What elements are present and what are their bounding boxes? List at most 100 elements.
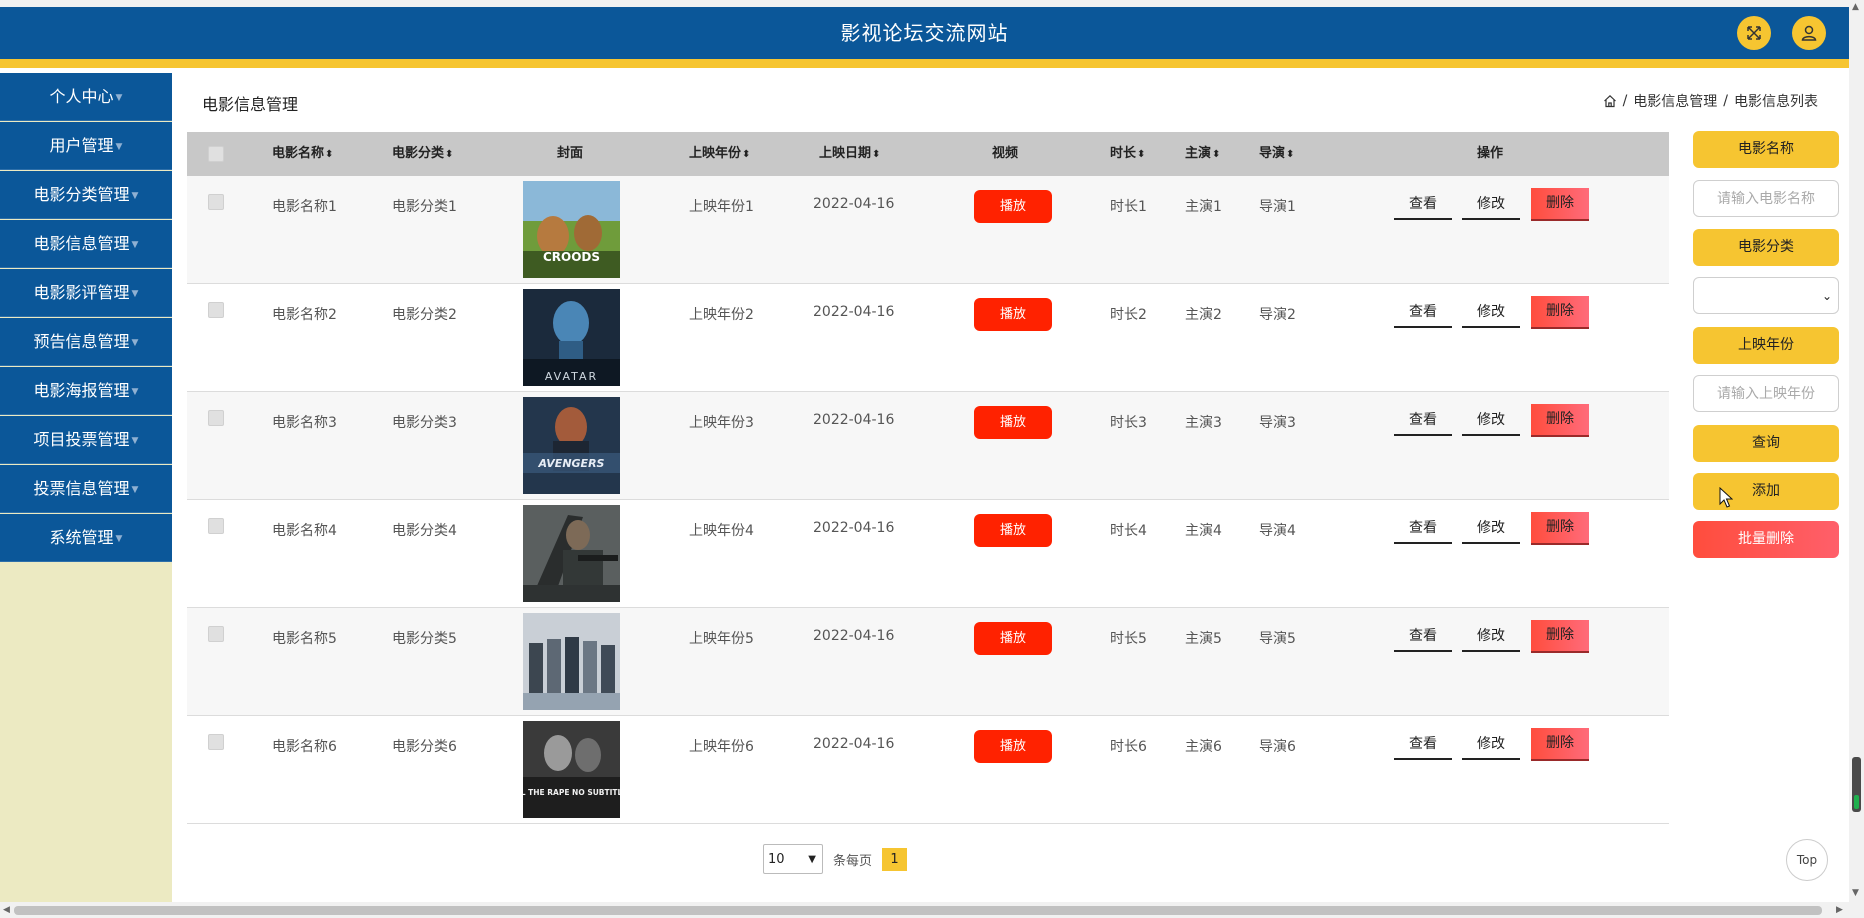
select-all-checkbox[interactable] [208, 146, 224, 162]
delete-button[interactable]: 删除 [1531, 188, 1589, 221]
horizontal-scroll-thumb[interactable] [14, 906, 1822, 915]
play-button[interactable]: 播放 [974, 190, 1052, 223]
sidebar: 个人中心 ▼ 用户管理 ▼ 电影分类管理 ▼ 电影信息管理 ▼ 电影影评管理 ▼ 预告信息… [0, 73, 172, 902]
movie-cover-image [523, 613, 620, 710]
play-button[interactable]: 播放 [974, 298, 1052, 331]
sidebar-item-vote-info[interactable]: 投票信息管理 ▼ [0, 465, 172, 513]
scroll-down-icon[interactable]: ▼ [1852, 888, 1859, 898]
column-header-name[interactable]: 电影名称⬍ [272, 132, 333, 177]
sidebar-item-project-vote[interactable]: 项目投票管理 ▼ [0, 416, 172, 464]
row-checkbox[interactable] [208, 410, 224, 426]
edit-button[interactable]: 修改 [1462, 296, 1520, 328]
scroll-left-icon[interactable]: ◀ [3, 905, 10, 915]
caret-down-icon: ▼ [131, 435, 139, 446]
view-button[interactable]: 查看 [1394, 512, 1452, 544]
breadcrumb-item[interactable]: 电影信息管理 [1633, 91, 1717, 111]
delete-button[interactable]: 删除 [1531, 512, 1589, 545]
edit-button[interactable]: 修改 [1462, 404, 1520, 436]
edit-button[interactable]: 修改 [1462, 188, 1520, 220]
cell-director: 导演6 [1259, 739, 1296, 755]
play-button[interactable]: 播放 [974, 406, 1052, 439]
caret-down-icon: ▼ [115, 141, 123, 152]
row-checkbox[interactable] [208, 626, 224, 642]
sidebar-item-personal-center[interactable]: 个人中心 ▼ [0, 73, 172, 121]
vertical-scrollbar[interactable]: ▲ ▼ [1849, 0, 1864, 918]
sidebar-item-user-management[interactable]: 用户管理 ▼ [0, 122, 172, 170]
search-name-label-button[interactable]: 电影名称 [1693, 131, 1839, 168]
column-header-date[interactable]: 上映日期⬍ [819, 132, 880, 177]
column-header-year[interactable]: 上映年份⬍ [689, 132, 750, 177]
row-checkbox[interactable] [208, 194, 224, 210]
movie-name-input[interactable]: 请输入电影名称 [1693, 180, 1839, 217]
delete-button[interactable]: 删除 [1531, 296, 1589, 329]
delete-button[interactable]: 删除 [1531, 404, 1589, 437]
sidebar-item-movie-review[interactable]: 电影影评管理 ▼ [0, 269, 172, 317]
cell-duration: 时长5 [1110, 631, 1147, 647]
scroll-up-icon[interactable]: ▲ [1852, 2, 1859, 12]
row-checkbox[interactable] [208, 734, 224, 750]
movie-table: 电影名称⬍ 电影分类⬍ 封面 上映年份⬍ 上映日期⬍ 视频 时长⬍ 主演⬍ 导演… [187, 132, 1669, 824]
delete-button[interactable]: 删除 [1531, 728, 1589, 761]
view-button[interactable]: 查看 [1394, 728, 1452, 760]
sidebar-item-movie-info[interactable]: 电影信息管理 ▼ [0, 220, 172, 268]
category-select[interactable]: ⌄ [1693, 277, 1839, 314]
cell-duration: 时长4 [1110, 523, 1147, 539]
batch-delete-button[interactable]: 批量删除 [1693, 521, 1839, 558]
page-size-select[interactable]: 10 ▼ [763, 844, 823, 874]
play-button[interactable]: 播放 [974, 730, 1052, 763]
cell-date: 2022-04-16 [813, 412, 895, 428]
table-row: 电影名称5 电影分类5 上映年份5 2022-04-16 播放 时长5 主演5 … [187, 608, 1669, 716]
search-category-label-button[interactable]: 电影分类 [1693, 229, 1839, 266]
movie-cover-image: CROODS [523, 181, 620, 278]
add-button[interactable]: 添加 [1693, 473, 1839, 510]
cell-year: 上映年份1 [689, 199, 754, 215]
edit-button[interactable]: 修改 [1462, 512, 1520, 544]
fullscreen-button[interactable] [1737, 16, 1771, 50]
row-checkbox[interactable] [208, 518, 224, 534]
breadcrumb-item: 电影信息列表 [1734, 94, 1818, 110]
home-icon[interactable] [1603, 94, 1617, 108]
view-button[interactable]: 查看 [1394, 404, 1452, 436]
column-header-director[interactable]: 导演⬍ [1259, 132, 1294, 177]
sidebar-item-movie-category[interactable]: 电影分类管理 ▼ [0, 171, 172, 219]
horizontal-scrollbar[interactable]: ◀ ▶ [0, 902, 1849, 918]
poster-title: AVATAR [545, 370, 598, 383]
column-header-actor[interactable]: 主演⬍ [1185, 132, 1220, 177]
caret-down-icon: ▼ [131, 386, 139, 397]
scroll-right-icon[interactable]: ▶ [1836, 905, 1843, 915]
column-header-label: 主演 [1185, 146, 1212, 161]
page-size-value: 10 [768, 852, 785, 867]
page-number-current[interactable]: 1 [882, 847, 908, 871]
query-button[interactable]: 查询 [1693, 425, 1839, 462]
chevron-down-icon: ▼ [808, 854, 816, 865]
delete-button[interactable]: 删除 [1531, 620, 1589, 653]
edit-button[interactable]: 修改 [1462, 728, 1520, 760]
cell-category: 电影分类3 [392, 415, 457, 431]
scroll-indicator [1854, 795, 1859, 809]
sidebar-item-trailer-info[interactable]: 预告信息管理 ▼ [0, 318, 172, 366]
column-header-duration[interactable]: 时长⬍ [1110, 132, 1145, 177]
edit-button[interactable]: 修改 [1462, 620, 1520, 652]
sort-icon: ⬍ [445, 149, 454, 160]
play-button[interactable]: 播放 [974, 514, 1052, 547]
view-button[interactable]: 查看 [1394, 620, 1452, 652]
view-button[interactable]: 查看 [1394, 296, 1452, 328]
view-button[interactable]: 查看 [1394, 188, 1452, 220]
column-header-label: 电影分类 [392, 146, 445, 161]
sidebar-item-movie-poster[interactable]: 电影海报管理 ▼ [0, 367, 172, 415]
play-button[interactable]: 播放 [974, 622, 1052, 655]
release-year-input[interactable]: 请输入上映年份 [1693, 375, 1839, 412]
user-button[interactable] [1792, 16, 1826, 50]
cell-date: 2022-04-16 [813, 196, 895, 212]
row-checkbox[interactable] [208, 302, 224, 318]
sort-icon: ⬍ [1137, 149, 1146, 160]
column-header-category[interactable]: 电影分类⬍ [392, 132, 453, 177]
cell-name: 电影名称4 [272, 523, 337, 539]
search-year-label-button[interactable]: 上映年份 [1693, 327, 1839, 364]
back-to-top-button[interactable]: Top [1786, 839, 1828, 881]
table-row: 电影名称4 电影分类4 上映年份4 2022-04-16 播放 时长4 主演4 … [187, 500, 1669, 608]
table-row: 电影名称6 电影分类6 ALL THE RAPE NO SUBTITLES 上映… [187, 716, 1669, 824]
column-header-label: 上映年份 [689, 146, 742, 161]
sidebar-item-system[interactable]: 系统管理 ▼ [0, 514, 172, 562]
breadcrumb: / 电影信息管理 / 电影信息列表 [1603, 91, 1818, 111]
